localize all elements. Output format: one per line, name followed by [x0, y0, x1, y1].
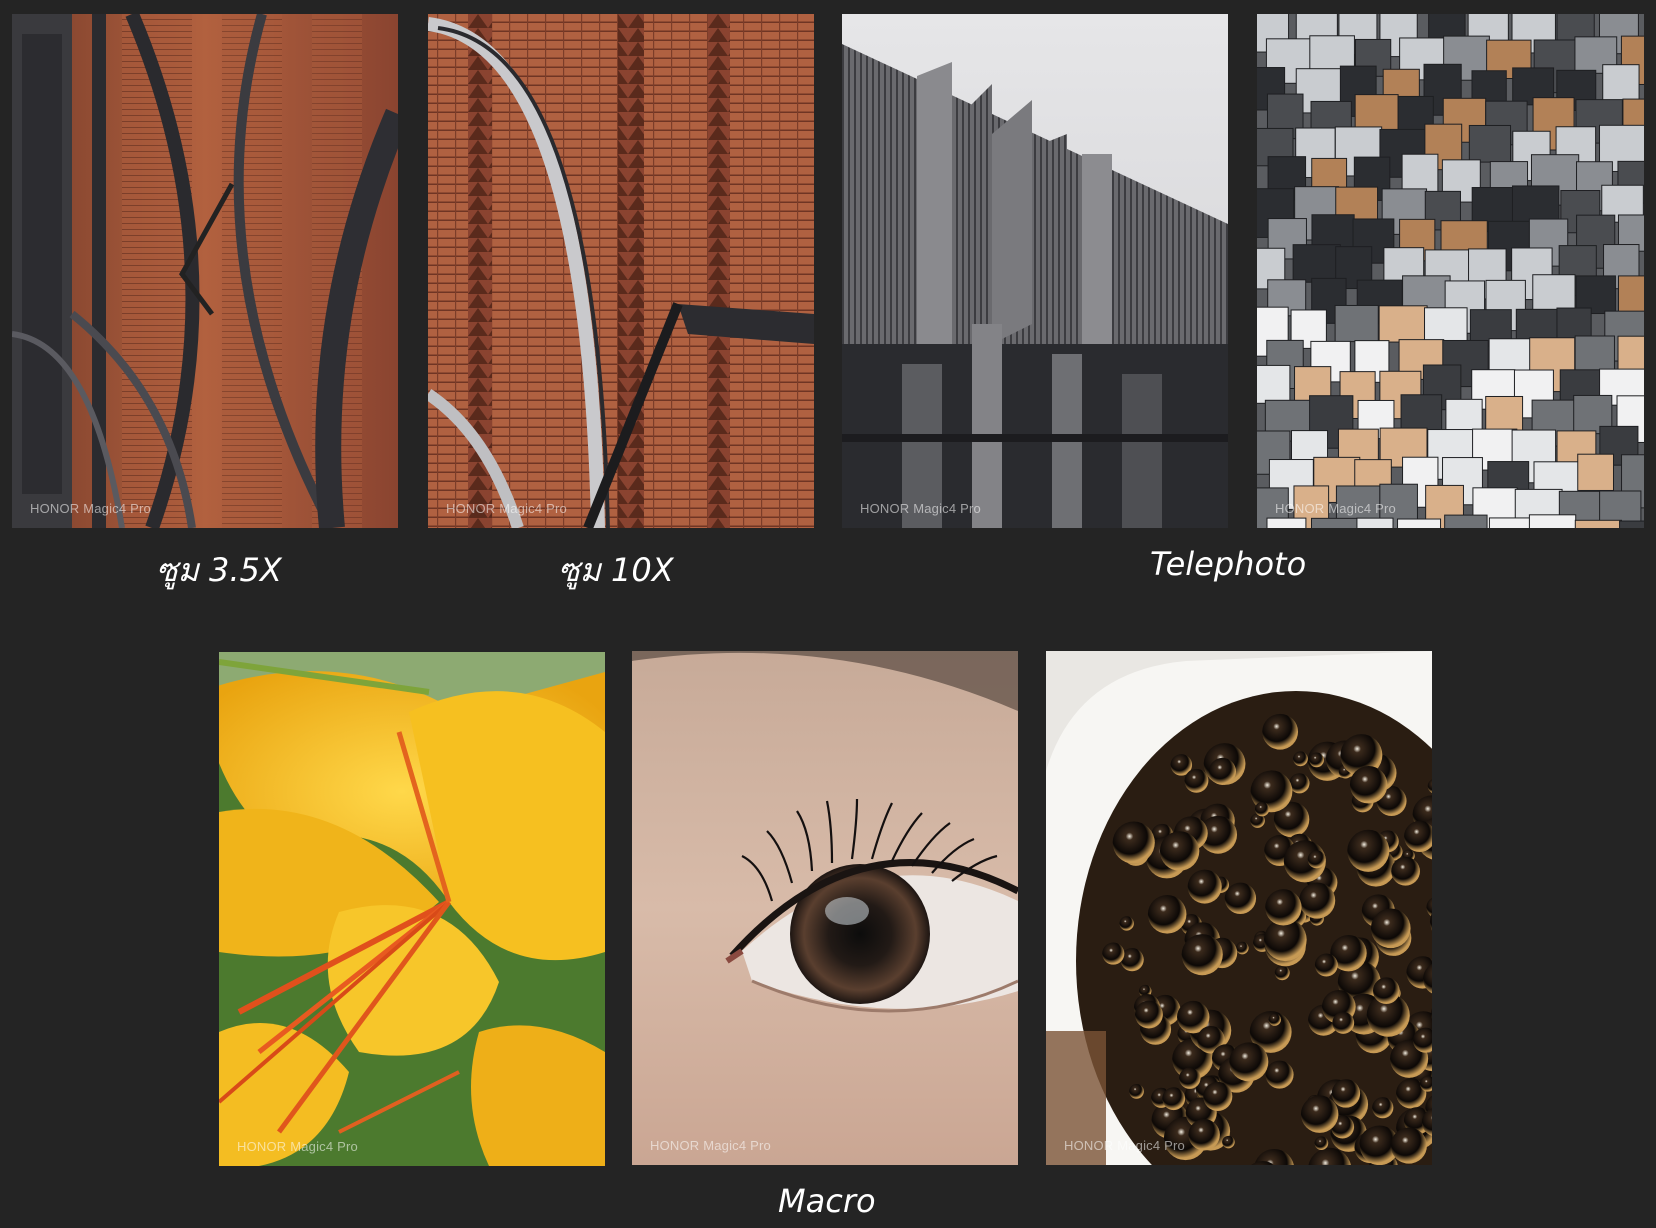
mirror-tile — [1577, 453, 1614, 491]
coffee-bubble — [1102, 942, 1125, 965]
photo-watermark: HONOR Magic4 Pro — [1064, 1138, 1185, 1153]
coffee-bubble — [1372, 1097, 1394, 1119]
coffee-bubble — [1262, 713, 1299, 750]
mirror-tile — [1266, 517, 1307, 528]
coffee-bubble — [1181, 934, 1223, 976]
coffee-bubble — [1162, 1087, 1186, 1111]
coffee-bubble — [1373, 977, 1400, 1005]
coffee-bubble — [1147, 895, 1187, 934]
mirror-tile — [1356, 517, 1394, 528]
coffee-bubble — [1229, 1042, 1269, 1082]
photo-watermark: HONOR Magic4 Pro — [30, 501, 151, 516]
coffee-bubble — [1184, 768, 1209, 793]
coffee-bubble — [1119, 916, 1134, 931]
coffee-bubble — [1208, 757, 1237, 785]
photo-watermark: HONOR Magic4 Pro — [650, 1138, 771, 1153]
photo-watermark: HONOR Magic4 Pro — [446, 501, 567, 516]
coffee-bubble — [1300, 1095, 1339, 1133]
coffee-bubble — [1391, 856, 1420, 886]
mirror-tile — [1619, 520, 1644, 528]
photo-coffee-macro: HONOR Magic4 Pro — [1046, 651, 1432, 1165]
photo-watermark: HONOR Magic4 Pro — [1275, 501, 1396, 516]
coffee-bubble — [1265, 889, 1302, 926]
photo-watermark: HONOR Magic4 Pro — [237, 1139, 358, 1154]
coffee-bubble — [1299, 882, 1336, 919]
photo-building-telephoto: HONOR Magic4 Pro — [842, 14, 1228, 528]
mirror-tile — [1574, 519, 1623, 528]
mirror-tile — [1488, 517, 1534, 528]
coffee-bubble — [1347, 829, 1390, 872]
mirror-tile — [1528, 514, 1577, 528]
coffee-bubble — [1179, 1067, 1201, 1089]
coffee-bubble — [1222, 1135, 1235, 1149]
coffee-bubble — [1112, 821, 1155, 864]
coffee-bubble — [1235, 941, 1249, 955]
coffee-bubble — [1274, 965, 1290, 981]
coffee-bubble — [1224, 882, 1257, 915]
photo-brick-10x: HONOR Magic4 Pro — [428, 14, 814, 528]
coffee-bubble — [1332, 1011, 1355, 1034]
mirror-tile — [1257, 364, 1291, 404]
coffee-bubble — [1159, 831, 1200, 871]
coffee-bubble — [1390, 1127, 1427, 1164]
mirror-tile — [1311, 517, 1360, 528]
coffee-bubble — [1188, 1119, 1220, 1151]
caption-macro: Macro — [778, 1182, 876, 1220]
caption-telephoto: Telephoto — [1150, 545, 1307, 583]
photo-watermark: HONOR Magic4 Pro — [860, 501, 981, 516]
coffee-bubble — [1129, 1084, 1144, 1099]
mirror-tile — [1468, 124, 1512, 163]
coffee-bubble — [1268, 1013, 1281, 1026]
coffee-bubble — [1203, 1081, 1233, 1112]
coffee-bubble — [1349, 766, 1388, 804]
mirror-tile — [1378, 305, 1428, 343]
coffee-bubble — [1331, 1079, 1361, 1108]
caption-zoom-10x: ซูม 10X — [558, 551, 674, 589]
coffee-bubble — [1265, 1060, 1294, 1089]
coffee-bubble — [1314, 953, 1338, 977]
mirror-tile — [1334, 304, 1379, 343]
mirror-tile — [1292, 244, 1341, 283]
coffee-bubble — [1309, 752, 1324, 768]
caption-zoom-3-5x: ซูม 3.5X — [156, 551, 282, 589]
mirror-tile — [1397, 518, 1442, 528]
coffee-bubble — [1370, 908, 1411, 949]
photo-yellow-flower-macro: HONOR Magic4 Pro — [219, 652, 605, 1166]
coffee-bubble — [1307, 850, 1326, 869]
coffee-bubble — [1314, 1136, 1329, 1151]
mirror-tile — [1444, 514, 1488, 528]
photo-mirror-tiles: HONOR Magic4 Pro — [1257, 14, 1644, 528]
coffee-bubble — [1187, 869, 1222, 904]
coffee-bubble — [1289, 773, 1310, 794]
coffee-bubble — [1293, 751, 1308, 767]
photo-brick-3-5x: HONOR Magic4 Pro — [12, 14, 398, 528]
coffee-bubble — [1134, 1000, 1163, 1029]
photo-eye-macro: HONOR Magic4 Pro — [632, 651, 1018, 1165]
coffee-bubble — [1254, 801, 1270, 817]
mirror-tile — [1602, 64, 1640, 102]
